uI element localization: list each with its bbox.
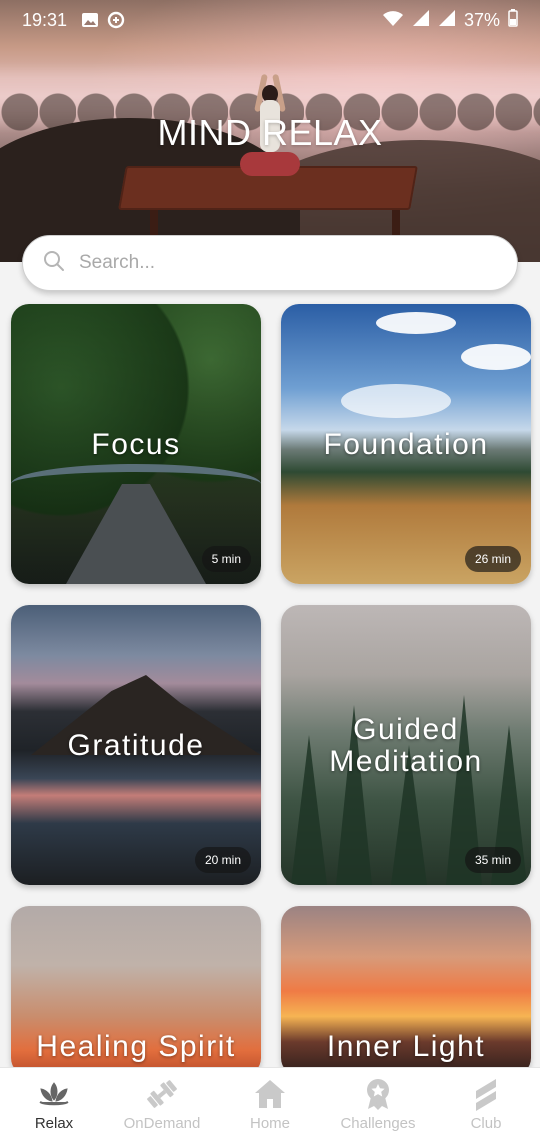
- home-icon: [253, 1077, 287, 1111]
- club-logo-icon: [469, 1077, 503, 1111]
- card-guided-meditation[interactable]: Guided Meditation 35 min: [281, 605, 531, 885]
- duration-badge: 5 min: [201, 546, 251, 572]
- data-saver-icon: [107, 11, 125, 29]
- battery-icon: [508, 8, 518, 32]
- signal-icon: [412, 9, 430, 32]
- card-focus[interactable]: Focus 5 min: [11, 304, 261, 584]
- status-time: 19:31: [22, 9, 68, 30]
- image-icon: [81, 11, 99, 29]
- search-input[interactable]: [79, 252, 497, 274]
- cloud: [341, 384, 451, 418]
- card-title-line1: Guided: [353, 713, 459, 746]
- card-title: Focus: [91, 428, 181, 461]
- nav-label: OnDemand: [123, 1114, 201, 1132]
- card-foundation[interactable]: Foundation 26 min: [281, 304, 531, 584]
- status-bar: 19:31 37%: [0, 0, 540, 40]
- cloud: [461, 344, 531, 370]
- signal-icon: [438, 9, 456, 32]
- search-bar[interactable]: [22, 235, 518, 291]
- card-title: Healing Spirit: [36, 1030, 236, 1063]
- card-gratitude[interactable]: Gratitude 20 min: [11, 605, 261, 885]
- duration-badge: 26 min: [464, 546, 521, 572]
- card-title: Gratitude: [67, 729, 205, 762]
- nav-item-relax[interactable]: Relax: [0, 1068, 108, 1140]
- duration-badge: 35 min: [464, 847, 521, 873]
- nav-item-club[interactable]: Club: [432, 1068, 540, 1140]
- card-title: Foundation: [323, 428, 489, 461]
- mind-relax-screen: MIND RELAX 19:31 37% Search... Focus 5 m…: [0, 0, 540, 1140]
- page-title: MIND RELAX: [157, 112, 383, 153]
- card-title: Inner Light: [326, 1030, 486, 1063]
- search-icon: [43, 250, 65, 277]
- cloud: [376, 312, 456, 334]
- nav-item-home[interactable]: Home: [216, 1068, 324, 1140]
- card-title-line2: Meditation: [329, 745, 483, 778]
- lotus-icon: [37, 1077, 71, 1111]
- card-healing-spirit[interactable]: Healing Spirit: [11, 906, 261, 1076]
- nav-label: Home: [249, 1114, 290, 1132]
- bottom-navigation: Relax OnDemand Home Challenges Club: [0, 1067, 540, 1140]
- nav-item-ondemand[interactable]: OnDemand: [108, 1068, 216, 1140]
- nav-item-challenges[interactable]: Challenges: [324, 1068, 432, 1140]
- battery-percentage: 37%: [463, 9, 500, 30]
- dumbbell-icon: [145, 1077, 179, 1111]
- nav-label: Challenges: [340, 1114, 416, 1132]
- award-icon: [361, 1077, 395, 1111]
- nav-label: Relax: [34, 1114, 74, 1132]
- card-inner-light[interactable]: Inner Light: [281, 906, 531, 1076]
- wifi-icon: [382, 9, 404, 32]
- duration-badge: 20 min: [194, 847, 251, 873]
- nav-label: Club: [470, 1114, 502, 1132]
